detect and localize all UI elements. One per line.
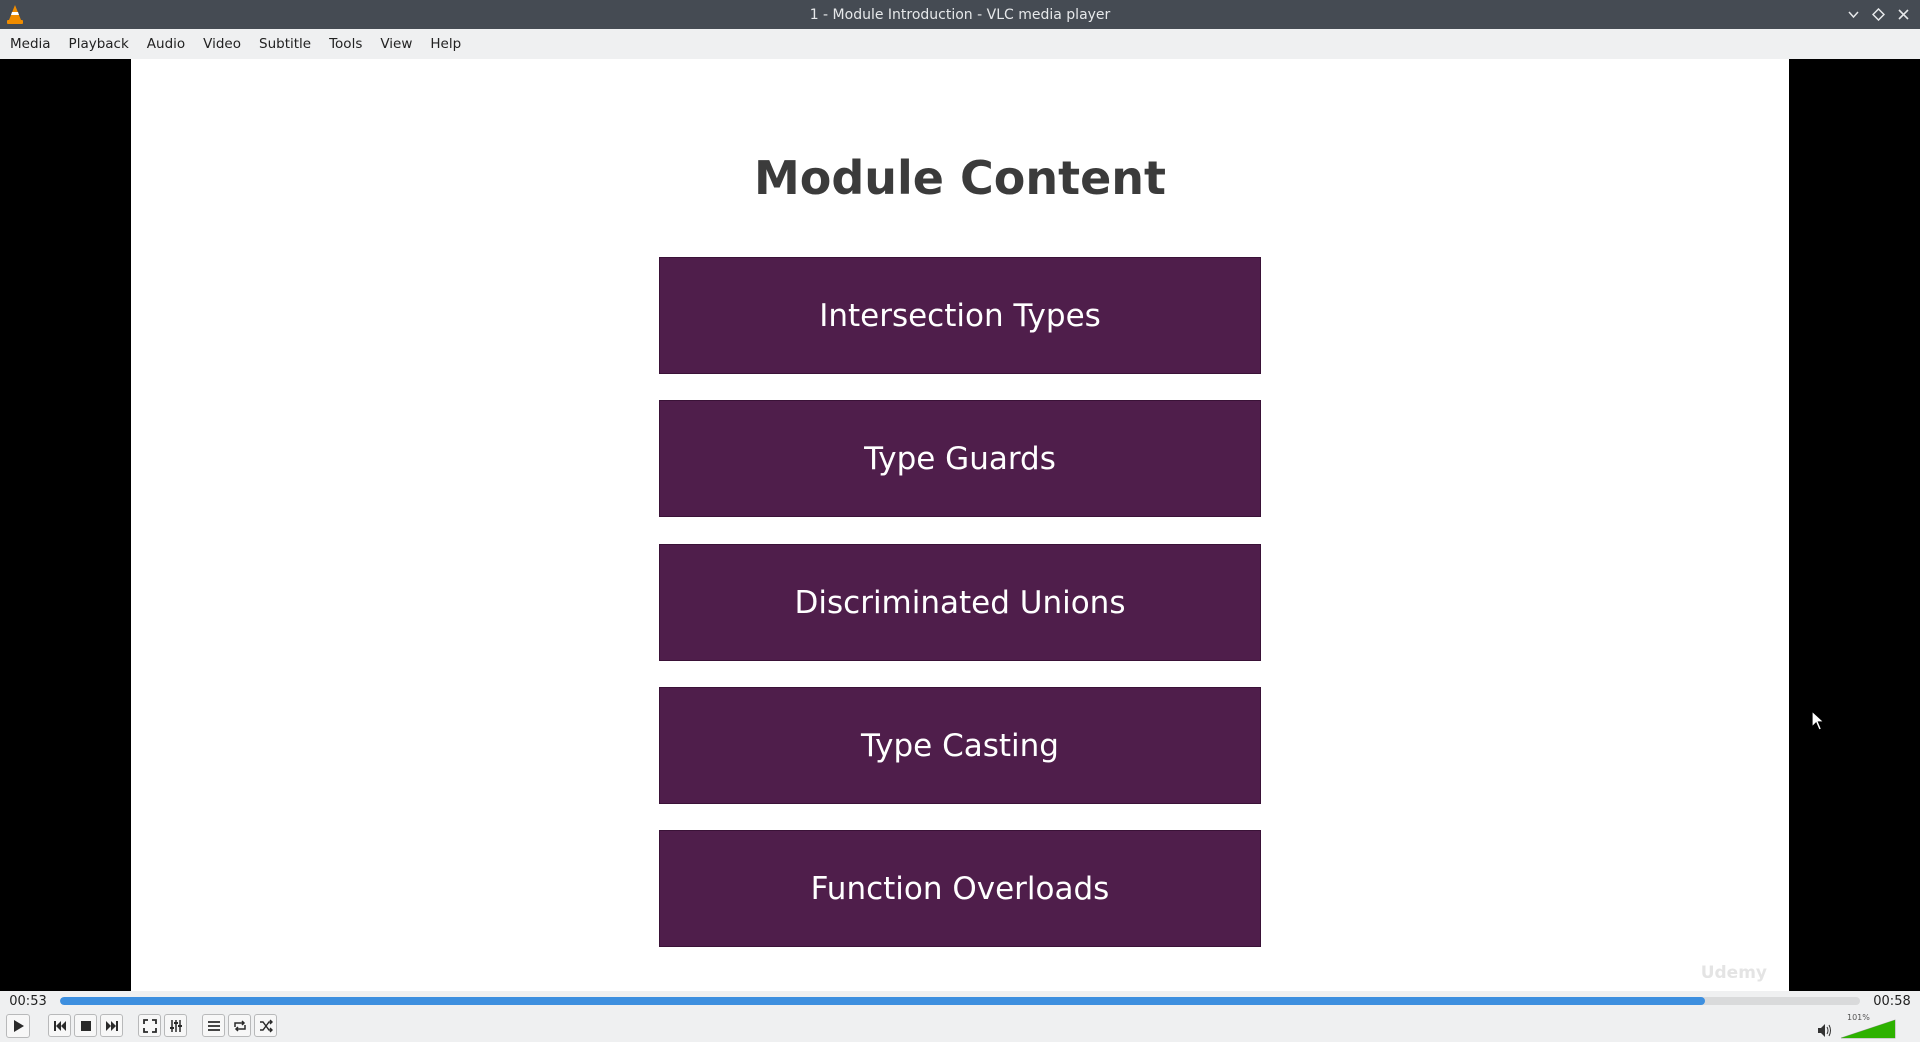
menu-tools[interactable]: Tools — [321, 29, 370, 59]
volume-percent: 101% — [1847, 1013, 1870, 1022]
seek-slider[interactable] — [60, 997, 1860, 1005]
video-frame: Module Content Intersection Types Type G… — [131, 59, 1789, 991]
total-time: 00:58 — [1873, 993, 1911, 1009]
mouse-cursor-icon — [1811, 710, 1826, 731]
loop-button[interactable] — [228, 1014, 251, 1037]
play-icon — [14, 1020, 24, 1032]
shuffle-button[interactable] — [254, 1014, 277, 1037]
minimize-button[interactable] — [1845, 6, 1862, 23]
video-area[interactable]: Module Content Intersection Types Type G… — [0, 59, 1920, 991]
next-icon — [105, 1020, 118, 1031]
window-controls — [1845, 0, 1912, 29]
diamond-icon — [1872, 8, 1885, 21]
menu-help[interactable]: Help — [422, 29, 469, 59]
close-button[interactable] — [1895, 6, 1912, 23]
seek-row: 00:53 00:58 — [0, 991, 1920, 1011]
topic-box: Type Casting — [659, 687, 1261, 804]
chevron-down-icon — [1848, 11, 1859, 19]
topic-box: Intersection Types — [659, 257, 1261, 374]
seek-progress — [60, 997, 1706, 1005]
vlc-cone-icon — [7, 5, 23, 24]
play-button[interactable] — [6, 1014, 30, 1038]
control-bar: 101% — [0, 1011, 1920, 1042]
menu-playback[interactable]: Playback — [61, 29, 137, 59]
shuffle-icon — [259, 1019, 273, 1032]
fullscreen-icon — [142, 1018, 157, 1033]
extended-settings-icon — [169, 1019, 182, 1032]
stop-button[interactable] — [74, 1014, 97, 1037]
menu-bar: Media Playback Audio Video Subtitle Tool… — [0, 29, 1920, 60]
maximize-button[interactable] — [1870, 6, 1887, 23]
extended-settings-button[interactable] — [164, 1014, 187, 1037]
playlist-button[interactable] — [202, 1014, 225, 1037]
speaker-icon — [1818, 1024, 1831, 1037]
previous-button[interactable] — [48, 1014, 71, 1037]
loop-icon — [233, 1019, 246, 1032]
title-bar: 1 - Module Introduction - VLC media play… — [0, 0, 1920, 29]
menu-video[interactable]: Video — [195, 29, 249, 59]
close-icon — [1898, 9, 1909, 20]
menu-subtitle[interactable]: Subtitle — [251, 29, 319, 59]
fullscreen-button[interactable] — [138, 1014, 161, 1037]
menu-audio[interactable]: Audio — [139, 29, 193, 59]
menu-media[interactable]: Media — [2, 29, 59, 59]
topic-box: Type Guards — [659, 400, 1261, 517]
topic-box: Function Overloads — [659, 830, 1261, 947]
previous-icon — [53, 1020, 66, 1031]
topic-box: Discriminated Unions — [659, 544, 1261, 661]
elapsed-time: 00:53 — [9, 993, 47, 1009]
playlist-icon — [207, 1020, 220, 1031]
slide-title: Module Content — [753, 151, 1167, 205]
next-button[interactable] — [100, 1014, 123, 1037]
menu-view[interactable]: View — [372, 29, 420, 59]
window-title: 1 - Module Introduction - VLC media play… — [809, 6, 1111, 23]
udemy-watermark: Udemy — [1700, 963, 1767, 983]
stop-icon — [80, 1020, 91, 1031]
